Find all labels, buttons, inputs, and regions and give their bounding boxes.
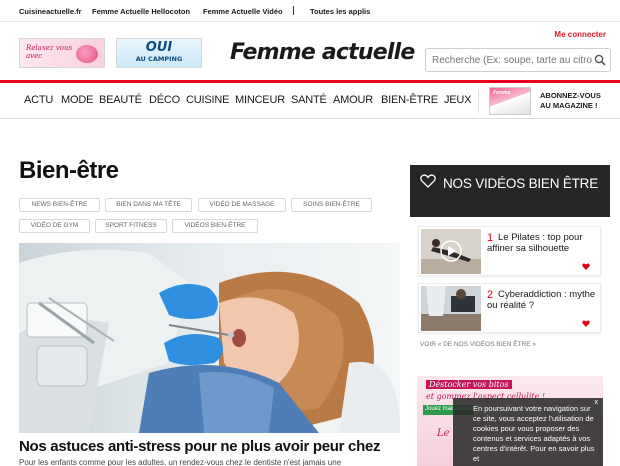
subscribe-link[interactable]: ABONNEZ-VOUS AU MAGAZINE ! [540, 91, 601, 111]
promo-camping-big: OUI [145, 40, 173, 55]
topbar-link-video[interactable]: Femme Actuelle Vidéo [203, 7, 283, 16]
nav-item-jeux[interactable]: JEUX [444, 94, 472, 106]
nav-item-sante[interactable]: SANTÉ [291, 94, 327, 106]
topbar-link-applis[interactable]: Toutes les applis [310, 7, 370, 16]
cookie-banner: x En poursuivant votre navigation sur ce… [453, 398, 603, 466]
top-utility-bar: Cuisineactuelle.fr Femme Actuelle Helloc… [0, 0, 620, 22]
tag-news-bien-etre[interactable]: NEWS BIEN-ÊTRE [19, 198, 100, 212]
nav-item-minceur[interactable]: MINCEUR [235, 94, 285, 106]
nav-item-amour[interactable]: AMOUR [333, 94, 373, 106]
site-logo[interactable]: Femme actuelle [230, 40, 415, 65]
cyberaddiction-thumbnail-image [421, 286, 481, 331]
tag-video-de-massage[interactable]: VIDÉO DE MASSAGE [198, 198, 286, 212]
search-box [425, 48, 611, 72]
promo-relax-text: Relaxez vous avec [26, 44, 73, 60]
nav-item-beaute[interactable]: BEAUTÉ [99, 94, 142, 106]
tag-bien-dans-ma-tete[interactable]: BIEN DANS MA TÊTE [105, 198, 192, 212]
ad-brand-logo: Le [437, 428, 450, 439]
video-thumbnail[interactable] [421, 229, 481, 274]
heart-icon[interactable] [582, 263, 590, 270]
tag-soins-bien-etre[interactable]: SOINS BIEN-ÊTRE [291, 198, 372, 212]
search-icon[interactable] [594, 54, 606, 66]
topbar-link-hellocoton[interactable]: Femme Actuelle Hellocoton [92, 7, 190, 16]
subscribe-line-2: AU MAGAZINE ! [540, 101, 598, 110]
promo-decoration-icon [76, 45, 98, 63]
tag-videos-bien-etre[interactable]: VIDÉOS BIEN-ÊTRE [172, 219, 258, 233]
promo-camping-small: AU CAMPING [135, 55, 183, 63]
magazine-cover-image[interactable]: Femme [489, 87, 531, 115]
videos-panel-header: NOS VIDÉOS BIEN ÊTRE [410, 165, 610, 217]
promo-banner-camping[interactable]: OUI AU CAMPING [116, 38, 202, 68]
topbar-separator [293, 6, 294, 15]
dentist-photo [19, 243, 400, 433]
video-card[interactable]: 1 Le Pilates : top pour affiner sa silho… [418, 226, 601, 276]
promo-banner-relax[interactable]: Relaxez vous avec [19, 38, 105, 68]
video-card[interactable]: 2 Cyberaddiction : mythe ou réalité ? [418, 283, 601, 333]
close-icon[interactable]: x [595, 398, 599, 408]
video-title[interactable]: Cyberaddiction : mythe ou réalité ? [487, 289, 599, 311]
search-input[interactable] [432, 53, 592, 68]
page-title: Bien-être [19, 157, 119, 184]
video-title[interactable]: Le Pilates : top pour affiner sa silhoue… [487, 232, 599, 254]
login-link[interactable]: Me connecter [554, 30, 606, 39]
nav-divider [478, 89, 479, 113]
cookie-text: En poursuivant votre navigation sur ce s… [473, 404, 595, 463]
heart-icon[interactable] [582, 320, 590, 327]
nav-item-deco[interactable]: DÉCO [149, 94, 180, 106]
tag-sport-fitness[interactable]: SPORT FITNESS [95, 219, 167, 233]
tag-video-de-gym[interactable]: VIDÉO DE GYM [19, 219, 90, 233]
nav-item-cuisine[interactable]: CUISINE [186, 94, 229, 106]
article-excerpt: Pour les enfants comme pour les adultes,… [19, 458, 342, 466]
nav-item-bien-etre[interactable]: BIEN-ÊTRE [381, 94, 438, 106]
article-headline[interactable]: Nos astuces anti-stress pour ne plus avo… [19, 438, 380, 455]
nav-item-actu[interactable]: ACTU [24, 94, 53, 106]
video-thumbnail[interactable] [421, 286, 481, 331]
nav-item-mode[interactable]: MODE [61, 94, 93, 106]
magazine-cover-logo-icon: Femme [493, 90, 511, 96]
ad-headline: Déstocker vos bitos [426, 380, 512, 389]
site-header: Relaxez vous avec OUI AU CAMPING Femme a… [0, 22, 620, 80]
more-videos-link[interactable]: VOIR « DE NOS VIDÉOS BIEN ÊTRE » [420, 341, 536, 348]
hero-image[interactable] [19, 243, 400, 433]
subscribe-line-1: ABONNEZ-VOUS [540, 91, 601, 100]
videos-panel-title: NOS VIDÉOS BIEN ÊTRE [443, 176, 599, 191]
main-navigation: ACTU MODE BEAUTÉ DÉCO CUISINE MINCEUR SA… [0, 83, 620, 119]
topbar-link-cuisineactuelle[interactable]: Cuisineactuelle.fr [19, 7, 82, 16]
pilates-thumbnail-image [421, 229, 481, 274]
